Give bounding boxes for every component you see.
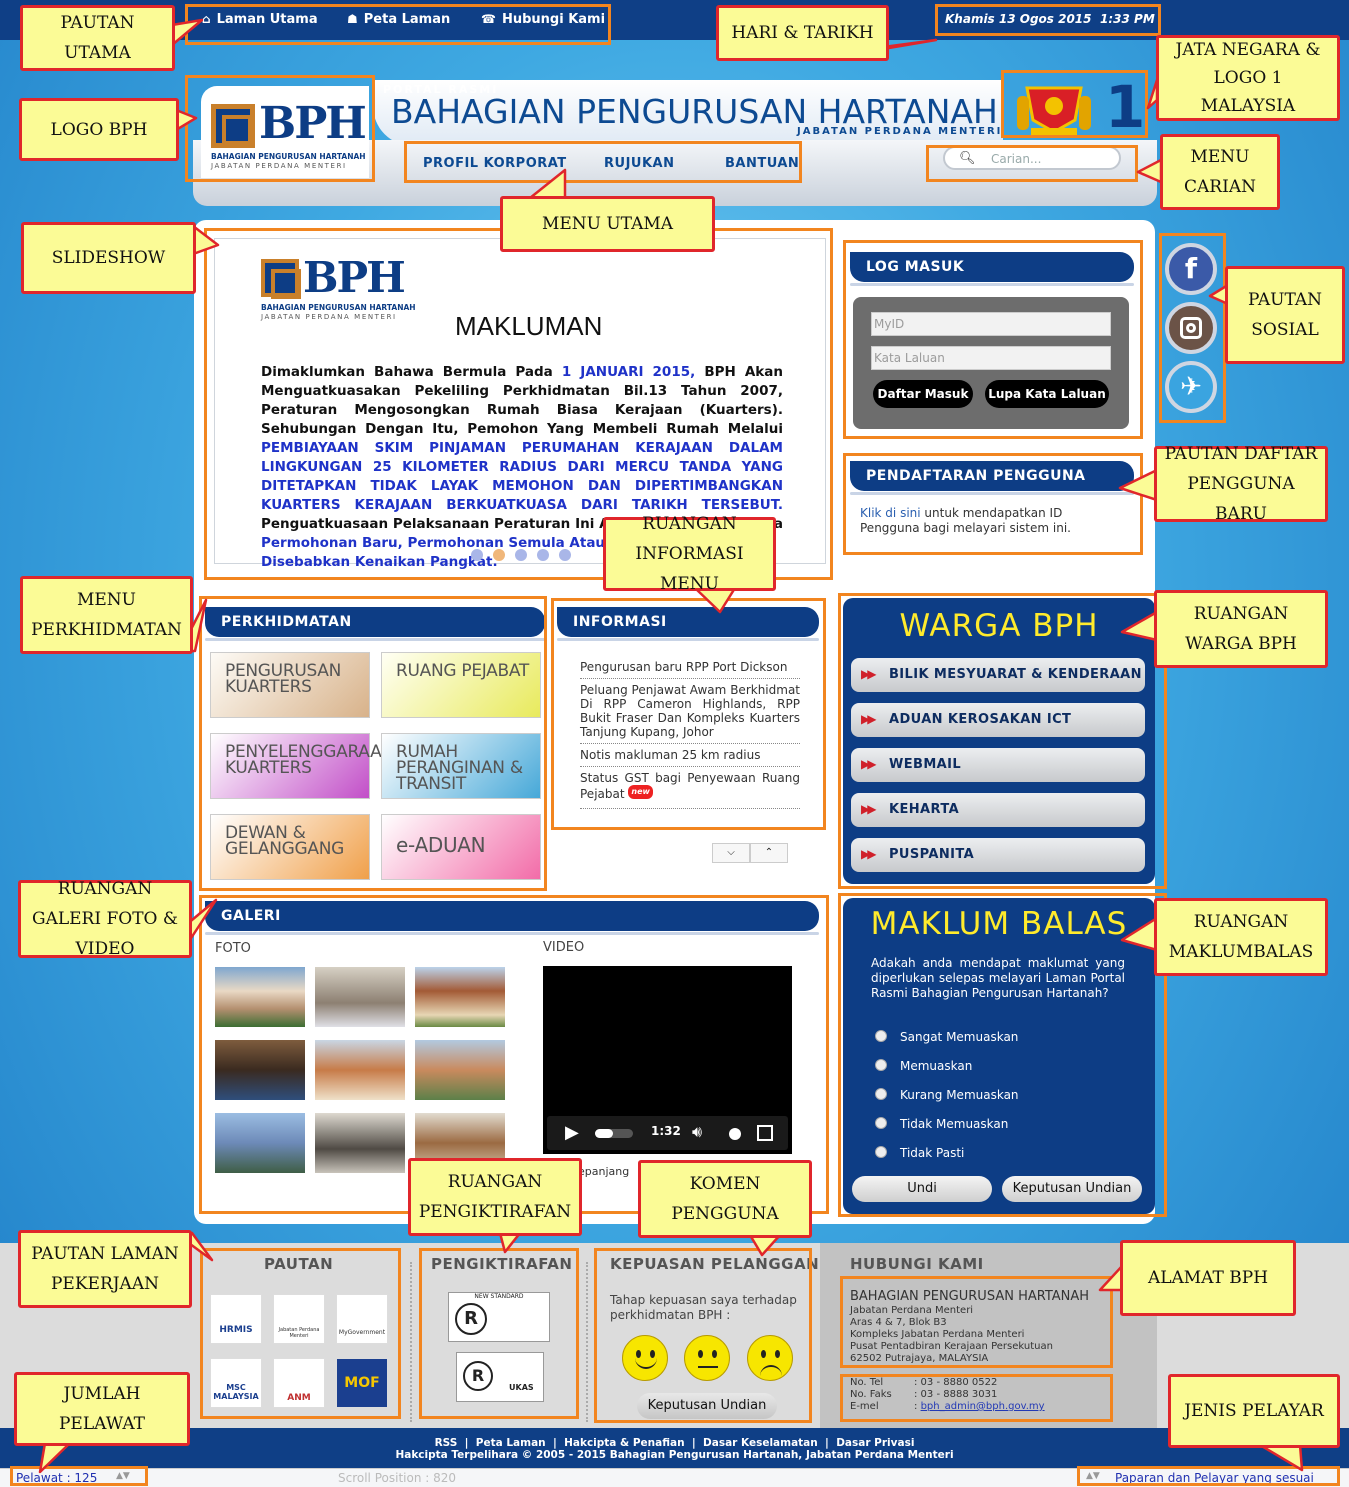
callout-pautan-daftar: PAUTAN DAFTAR PENGGUNA BARU (1154, 444, 1328, 524)
callout-pautan-sosial: PAUTAN SOSIAL (1225, 266, 1345, 364)
callout-logo-bph: LOGO BPH (19, 98, 179, 161)
callout-slideshow: SLIDESHOW (21, 222, 196, 294)
callout-jenis-pelayar: JENIS PELAYAR (1168, 1374, 1340, 1448)
callout-menu-perkhidmatan: MENU PERKHIDMATAN (20, 576, 193, 654)
callout-ruangan-maklumbalas: RUANGAN MAKLUMBALAS (1154, 898, 1328, 976)
callout-jata-negara: JATA NEGARA & LOGO 1 MALAYSIA (1156, 35, 1340, 121)
callout-hari-tarikh: HARI & TARIKH (716, 5, 889, 61)
callout-pautan-laman: PAUTAN LAMAN PEKERJAAN (18, 1230, 192, 1308)
callout-ruangan-informasi: RUANGAN INFORMASI MENU (603, 514, 776, 594)
callout-ruangan-pengiktirafan: RUANGAN PENGIKTIRAFAN (408, 1158, 582, 1236)
callout-komen-pengguna: KOMEN PENGGUNA (638, 1160, 812, 1238)
callout-ruangan-galeri: RUANGAN GALERI FOTO & VIDEO (18, 879, 192, 959)
callout-menu-carian: MENU CARIAN (1160, 134, 1280, 210)
callout-pautan-utama: PAUTAN UTAMA (20, 5, 175, 71)
callout-menu-utama: MENU UTAMA (500, 196, 715, 252)
callout-ruangan-warga: RUANGAN WARGA BPH (1154, 590, 1328, 668)
callout-jumlah-pelawat: JUMLAH PELAWAT (14, 1372, 190, 1446)
callout-alamat-bph: ALAMAT BPH (1120, 1240, 1296, 1316)
